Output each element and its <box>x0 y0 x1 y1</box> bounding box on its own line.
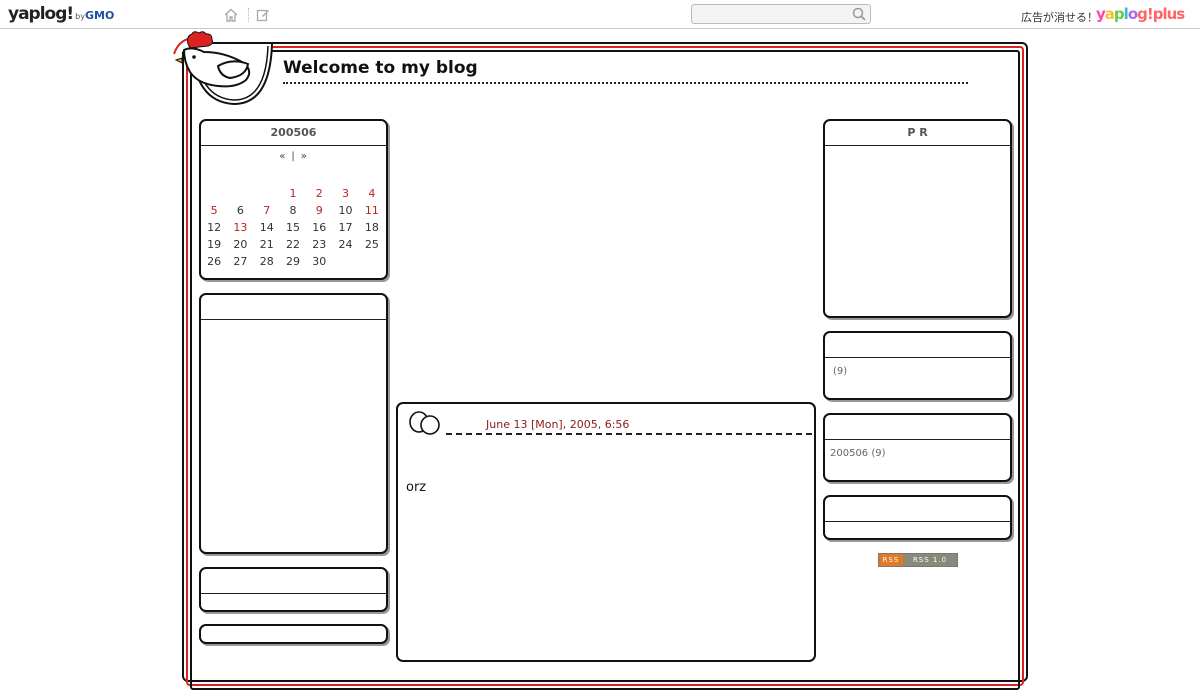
logo-gmo: GMO <box>84 9 115 22</box>
calendar-day: 16 <box>312 221 327 234</box>
edit-icon[interactable] <box>256 8 270 22</box>
home-icon[interactable] <box>224 8 238 22</box>
calendar-day: 10 <box>338 204 353 217</box>
right-small-box <box>823 495 1012 540</box>
calendar-day: 27 <box>233 255 248 268</box>
calendar-nav-sep: | <box>291 151 295 162</box>
calendar-week: 26 27 28 29 30 <box>201 253 385 270</box>
category-count[interactable]: (9) <box>833 366 847 377</box>
calendar-next[interactable]: » <box>301 151 307 162</box>
calendar-week: 1234 <box>201 185 385 202</box>
calendar-day[interactable]: 13 <box>227 219 253 236</box>
archive-header <box>825 415 1010 440</box>
title-dotted-rule <box>283 82 968 84</box>
left-side-box <box>199 293 388 554</box>
entry-body: orz <box>406 480 427 495</box>
left-box-cutoff <box>199 624 388 644</box>
calendar-week: 5 6 7 8 9 10 11 <box>201 202 385 219</box>
left-small-box-header <box>201 569 386 594</box>
calendar-day[interactable]: 9 <box>306 202 332 219</box>
calendar-day: 12 <box>207 221 222 234</box>
plus-logo-part: a <box>1104 5 1115 23</box>
right-small-box-header <box>825 497 1010 522</box>
search-icon[interactable] <box>852 7 866 21</box>
calendar-day[interactable]: 4 <box>359 185 385 202</box>
logo-text: yaplog! <box>8 4 74 24</box>
calendar-day: 30 <box>312 255 327 268</box>
entry-dashed-rule <box>446 433 812 435</box>
calendar-nav: « | » <box>201 151 385 162</box>
calendar-week: 19 20 21 22 23 24 25 <box>201 236 385 253</box>
calendar-day: 15 <box>285 221 300 234</box>
plus-logo-part: y <box>1096 5 1106 23</box>
entry-date[interactable]: June 13 [Mon], 2005, 6:56 <box>486 418 629 431</box>
calendar-day[interactable]: 1 <box>280 185 306 202</box>
calendar-day: 24 <box>338 238 353 251</box>
calendar-day <box>254 185 280 202</box>
archive-box: 200506 (9) <box>823 413 1012 482</box>
rss-badge[interactable]: RSS RSS 1.0 <box>878 553 958 567</box>
calendar-day <box>359 253 385 270</box>
chicken-icon <box>173 31 273 106</box>
calendar-day[interactable]: 11 <box>359 202 385 219</box>
calendar-prev[interactable]: « <box>279 151 285 162</box>
plus-logo-part: g!plus <box>1137 5 1185 23</box>
left-small-box <box>199 567 388 612</box>
calendar-day <box>332 253 358 270</box>
calendar-day: 23 <box>312 238 327 251</box>
left-side-box-header <box>201 295 386 320</box>
calendar-day[interactable]: 7 <box>254 202 280 219</box>
category-box: (9) <box>823 331 1012 400</box>
calendar-day: 14 <box>259 221 274 234</box>
eggs-icon <box>409 411 440 435</box>
pr-box: P R <box>823 119 1012 318</box>
calendar-day: 6 <box>236 204 244 217</box>
calendar-day: 28 <box>259 255 274 268</box>
calendar-day[interactable]: 2 <box>306 185 332 202</box>
calendar-day[interactable]: 5 <box>201 202 227 219</box>
category-header <box>825 333 1010 358</box>
top-bar: yaplog! byGMO 広告が消せる！ yaplog!plus <box>0 0 1200 29</box>
rss-badge-right: RSS 1.0 <box>903 554 957 566</box>
plus-logo-part: o <box>1127 5 1138 23</box>
blog-entry: June 13 [Mon], 2005, 6:56 orz <box>396 402 816 662</box>
pr-header: P R <box>825 121 1010 146</box>
yaplog-plus-logo[interactable]: yaplog!plus <box>1096 5 1185 23</box>
calendar-day: 20 <box>233 238 248 251</box>
rss-badge-left: RSS <box>879 554 903 566</box>
calendar-grid: 1 2 3 4 5 6 7 8 9 10 11 12 13 14 15 16 17 18 19 20 21 22 23 24 2… <box>201 185 385 270</box>
calendar-day: 18 <box>364 221 379 234</box>
nav-separator <box>248 8 250 22</box>
calendar-day: 17 <box>338 221 353 234</box>
calendar-day: 21 <box>259 238 274 251</box>
calendar-day: 29 <box>285 255 300 268</box>
calendar-box: 200506 «|» 1 2 3 4 5 6 7 8 9 10 11 12 13 14 15 16 17 18 19… <box>199 119 388 280</box>
calendar-day <box>227 185 253 202</box>
calendar-day: 22 <box>285 238 300 251</box>
calendar-day: 19 <box>207 238 222 251</box>
search-input[interactable] <box>692 7 850 26</box>
calendar-day <box>201 185 227 202</box>
archive-link[interactable]: 200506 (9) <box>830 448 886 459</box>
logo-by: by <box>75 12 85 21</box>
calendar-week: 12 13 14 15 16 17 18 <box>201 219 385 236</box>
calendar-day[interactable]: 3 <box>332 185 358 202</box>
plus-logo-part: p <box>1113 5 1125 23</box>
calendar-day: 8 <box>289 204 297 217</box>
yaplog-logo[interactable]: yaplog! byGMO <box>8 4 114 24</box>
calendar-day: 25 <box>364 238 379 251</box>
calendar-day: 26 <box>207 255 222 268</box>
blog-title[interactable]: Welcome to my blog <box>283 58 478 78</box>
ad-remove-text[interactable]: 広告が消せる！ <box>1021 9 1098 25</box>
calendar-header: 200506 <box>201 121 386 146</box>
search-box <box>691 4 871 26</box>
